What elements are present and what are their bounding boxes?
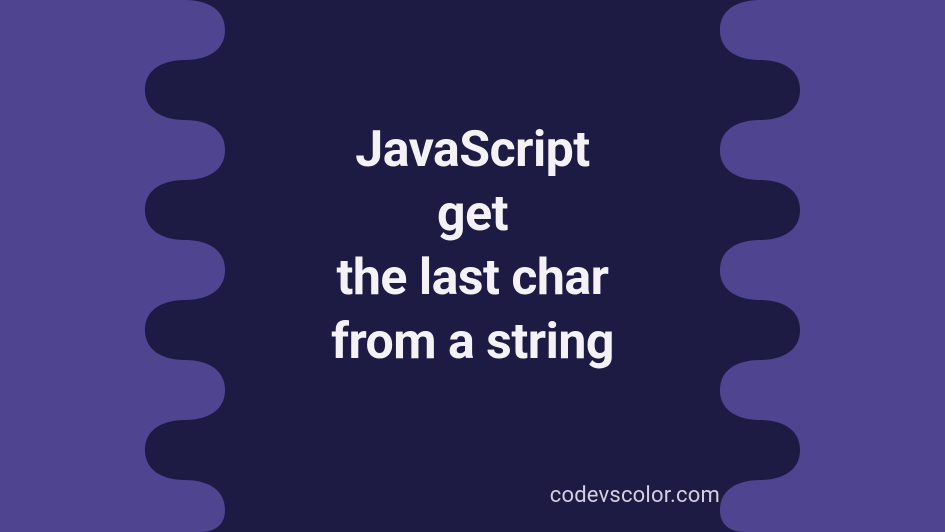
content-wrapper: JavaScript get the last char from a stri… (0, 0, 945, 532)
footer-attribution: codevscolor.com (550, 483, 720, 508)
title-line-2: get (331, 182, 614, 246)
banner-title: JavaScript get the last char from a stri… (331, 118, 614, 374)
title-line-4: from a string (331, 310, 614, 374)
banner-canvas: JavaScript get the last char from a stri… (0, 0, 945, 532)
title-line-1: JavaScript (331, 118, 614, 182)
title-line-3: the last char (331, 246, 614, 310)
